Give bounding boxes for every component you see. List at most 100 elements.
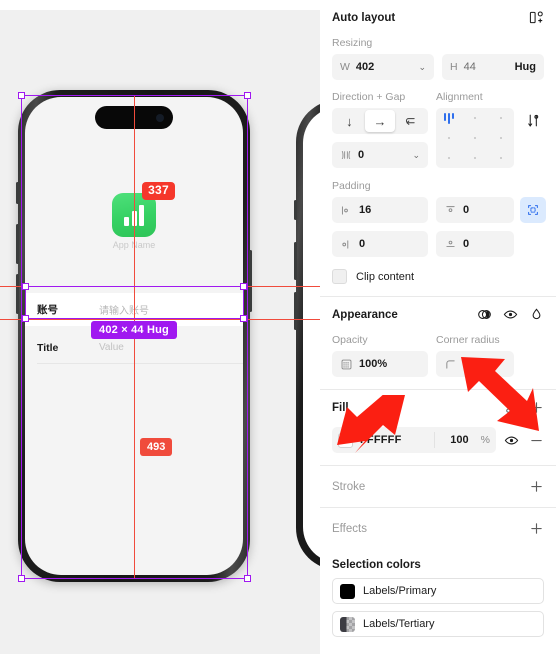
- selection-color-swatch[interactable]: [340, 616, 355, 632]
- measure-guide-top: [0, 286, 320, 287]
- align-top-center[interactable]: [462, 108, 488, 128]
- padding-top-input[interactable]: 0: [436, 197, 514, 223]
- height-mode-value[interactable]: Hug: [515, 61, 536, 73]
- appearance-header-icons: [477, 307, 544, 322]
- app-icon-bar-3: [139, 205, 144, 226]
- fill-item-row[interactable]: FFFFFF 100 %: [332, 427, 544, 453]
- opacity-label: Opacity: [332, 334, 368, 346]
- align-middle-right[interactable]: [488, 128, 514, 148]
- volume-up-button-icon: [294, 242, 297, 280]
- field-divider: [434, 432, 436, 448]
- direction-alignment-labels: Direction + Gap Alignment: [332, 91, 544, 108]
- corner-radius-value: 0: [463, 358, 470, 370]
- size-badge: 402 × 44 Hug: [91, 321, 177, 339]
- fill-header-icons: [504, 400, 544, 415]
- form-placeholder-title: Value: [99, 342, 124, 353]
- fill-hex-value: FFFFFF: [360, 434, 402, 446]
- phone-frame-secondary[interactable]: [294, 100, 320, 570]
- selection-color-item[interactable]: Labels/Primary: [332, 578, 544, 604]
- padding-top-value: 0: [463, 204, 470, 216]
- padding-left-input[interactable]: 16: [332, 197, 428, 223]
- individual-padding-icon[interactable]: [520, 197, 546, 223]
- resize-handle-bottom-left[interactable]: [18, 575, 25, 582]
- width-value: 402: [355, 61, 375, 73]
- auto-layout-header: Auto layout: [332, 10, 544, 25]
- direction-vertical-button[interactable]: ↓: [334, 110, 365, 132]
- silent-switch-icon: [16, 182, 19, 204]
- distance-badge: 493: [140, 438, 173, 456]
- design-canvas[interactable]: 337 App Name 账号 请输入账号 Title Value 402 × …: [0, 0, 320, 666]
- arrow-down-icon: ↓: [346, 113, 353, 129]
- chevron-down-icon[interactable]: ⌄: [418, 62, 426, 73]
- align-middle-left[interactable]: [436, 128, 462, 148]
- add-auto-layout-icon[interactable]: [529, 10, 544, 25]
- align-bottom-right[interactable]: [488, 148, 514, 168]
- resize-handle-bottom-right[interactable]: [244, 575, 251, 582]
- height-input[interactable]: H 44 Hug: [442, 54, 544, 80]
- direction-gap-label: Direction + Gap: [332, 91, 406, 103]
- fill-color-swatch[interactable]: [338, 432, 353, 448]
- clip-content-checkbox[interactable]: [332, 269, 347, 284]
- add-fill-icon[interactable]: [529, 400, 544, 415]
- resizing-fields: W 402 ⌄ H 44 Hug: [332, 54, 544, 80]
- padding-left-icon: [340, 204, 353, 217]
- effects-title: Effects: [332, 522, 367, 535]
- auto-layout-section: Auto layout Resizing W 402 ⌄ H 44 Hug Di…: [320, 0, 556, 296]
- clip-content-label: Clip content: [356, 270, 415, 283]
- padding-bottom-icon: [444, 238, 457, 251]
- stroke-section[interactable]: Stroke: [320, 465, 556, 507]
- padding-bottom-input[interactable]: 0: [436, 231, 514, 257]
- align-top-right[interactable]: [488, 108, 514, 128]
- volume-down-button-icon: [294, 292, 297, 330]
- resize-handle-top-right[interactable]: [244, 92, 251, 99]
- add-effect-icon[interactable]: [529, 521, 544, 536]
- gap-input[interactable]: 0 ⌄: [332, 142, 428, 168]
- resize-handle-top-left[interactable]: [18, 92, 25, 99]
- phone-screen-secondary: [303, 107, 320, 563]
- direction-horizontal-button[interactable]: →: [364, 110, 396, 132]
- layout-settings-icon[interactable]: [526, 113, 541, 128]
- fill-color-field[interactable]: FFFFFF 100 %: [332, 427, 496, 453]
- visibility-eye-icon[interactable]: [503, 307, 518, 322]
- fill-styles-icon[interactable]: [504, 401, 518, 415]
- alignment-label: Alignment: [436, 91, 483, 103]
- align-top-left[interactable]: [436, 108, 462, 128]
- padding-right-icon: [340, 238, 353, 251]
- form-placeholder-account: 请输入账号: [99, 306, 149, 317]
- corner-radius-label: Corner radius: [436, 334, 500, 346]
- align-middle-center[interactable]: [462, 128, 488, 148]
- align-bottom-center[interactable]: [462, 148, 488, 168]
- selection-color-item[interactable]: Labels/Tertiary: [332, 611, 544, 637]
- fill-opacity-value: 100: [450, 434, 469, 446]
- appearance-fields: 100% 0: [332, 351, 544, 377]
- selection-colors-section: Selection colors Labels/Primary Labels/T…: [320, 549, 556, 649]
- padding-right-input[interactable]: 0: [332, 231, 428, 257]
- align-indicator-icon: [443, 112, 455, 124]
- color-drop-icon[interactable]: [529, 307, 544, 322]
- direction-wrap-button[interactable]: [395, 110, 426, 132]
- volume-up-button-icon: [16, 224, 19, 264]
- properties-panel[interactable]: Auto layout Resizing W 402 ⌄ H 44 Hug Di…: [320, 0, 556, 666]
- visibility-eye-icon[interactable]: [504, 433, 519, 448]
- selection-color-swatch[interactable]: [340, 583, 355, 599]
- form-label-title: Title: [37, 341, 59, 354]
- direction-segmented-control[interactable]: ↓ →: [332, 108, 428, 134]
- appearance-title: Appearance: [332, 308, 398, 321]
- app-icon-badge: 337: [142, 182, 175, 200]
- clip-content-row[interactable]: Clip content: [332, 269, 544, 284]
- measure-guide-bottom: [0, 319, 320, 320]
- align-bottom-left[interactable]: [436, 148, 462, 168]
- remove-fill-icon[interactable]: [529, 433, 544, 448]
- alignment-pad[interactable]: [436, 108, 514, 168]
- add-stroke-icon[interactable]: [529, 479, 544, 494]
- opacity-value: 100%: [359, 358, 388, 370]
- effects-section[interactable]: Effects: [320, 507, 556, 549]
- width-input[interactable]: W 402 ⌄: [332, 54, 434, 80]
- wrap-arrow-icon: [404, 115, 417, 128]
- opacity-input[interactable]: 100%: [332, 351, 428, 377]
- chevron-down-icon[interactable]: ⌄: [412, 150, 420, 161]
- power-button-icon: [249, 250, 252, 312]
- corner-radius-input[interactable]: 0: [436, 351, 514, 377]
- opacity-icon: [340, 358, 353, 371]
- blend-mode-icon[interactable]: [477, 307, 492, 322]
